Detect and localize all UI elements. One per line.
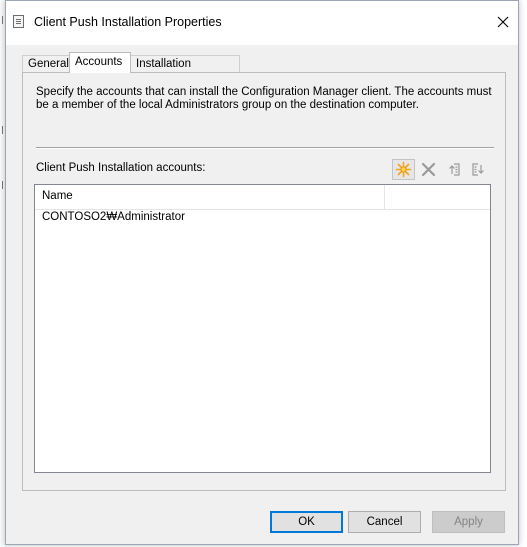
move-down-icon bbox=[472, 163, 484, 176]
new-account-button[interactable] bbox=[392, 159, 415, 180]
ok-button[interactable]: OK bbox=[270, 511, 343, 533]
close-button[interactable] bbox=[488, 7, 518, 37]
delete-account-button[interactable] bbox=[417, 159, 440, 180]
accounts-tab-panel: Specify the accounts that can install th… bbox=[22, 72, 506, 491]
title-bar: Client Push Installation Properties bbox=[6, 1, 518, 45]
move-up-icon bbox=[449, 163, 460, 176]
tab-accounts[interactable]: Accounts bbox=[69, 52, 131, 73]
column-header-name[interactable]: Name bbox=[35, 185, 385, 209]
move-down-button[interactable] bbox=[467, 159, 490, 180]
tab-installation-properties[interactable]: Installation Properties bbox=[130, 55, 240, 87]
accounts-description: Specify the accounts that can install th… bbox=[36, 86, 492, 111]
properties-page-icon bbox=[13, 15, 24, 28]
move-up-button[interactable] bbox=[442, 159, 465, 180]
list-header: Name bbox=[35, 185, 490, 210]
apply-button[interactable]: Apply bbox=[432, 511, 505, 533]
tab-general[interactable]: General bbox=[22, 55, 70, 72]
close-icon bbox=[497, 16, 509, 28]
starburst-new-icon bbox=[395, 161, 412, 178]
cancel-button[interactable]: Cancel bbox=[348, 511, 421, 533]
separator bbox=[36, 147, 494, 149]
delete-x-icon bbox=[421, 162, 436, 177]
accounts-list-label: Client Push Installation accounts: bbox=[36, 162, 206, 174]
properties-dialog: Client Push Installation Properties Gene… bbox=[5, 0, 519, 545]
dialog-title: Client Push Installation Properties bbox=[34, 15, 222, 29]
list-item[interactable]: CONTOSO2₩Administrator bbox=[35, 209, 385, 226]
accounts-list[interactable]: Name CONTOSO2₩Administrator bbox=[34, 184, 491, 473]
